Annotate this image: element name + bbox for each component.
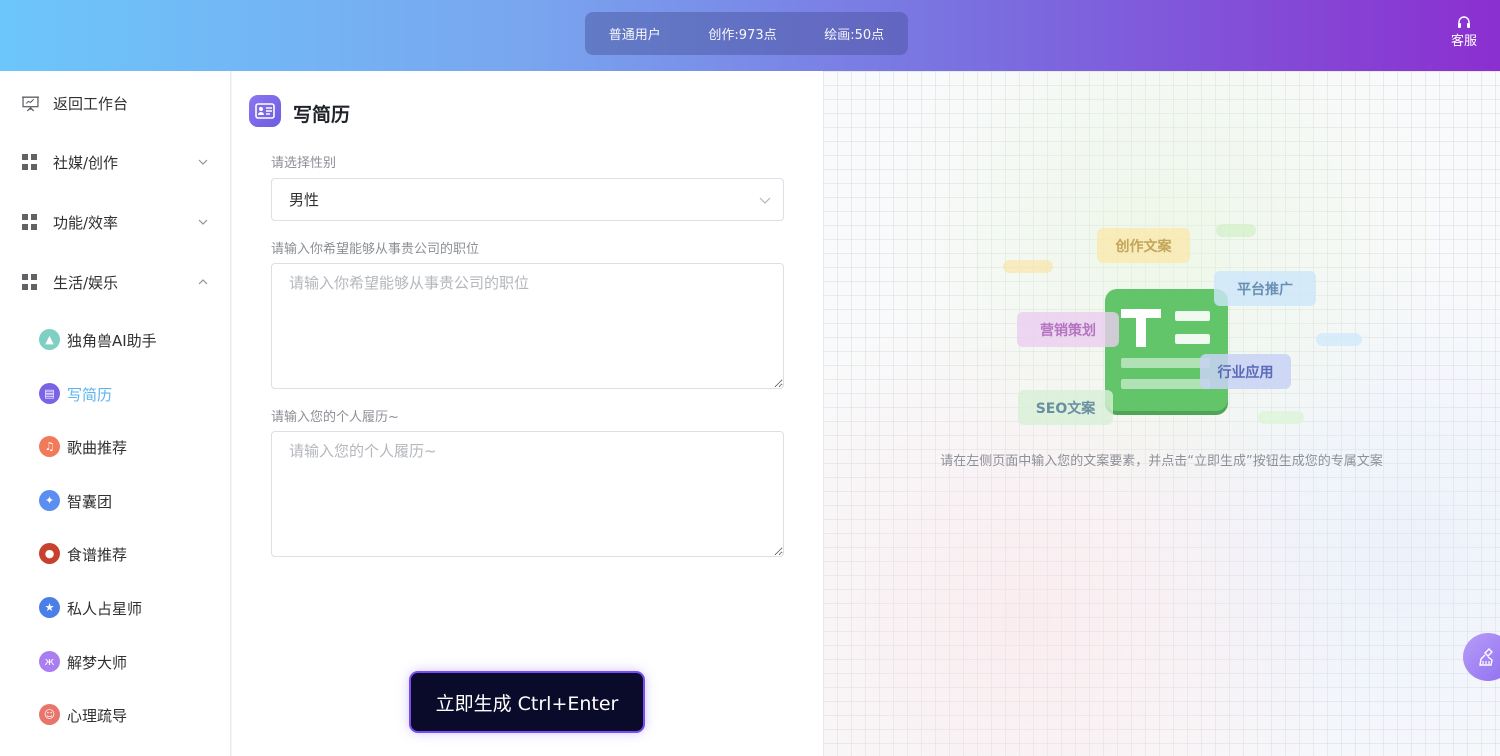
position-label: 请输入你希望能够从事贵公司的职位 — [271, 242, 480, 257]
tag-platform-promotion: 平台推广 — [1214, 271, 1316, 306]
tag-seo-copy: SEO文案 — [1018, 390, 1113, 425]
gender-label: 请选择性别 — [271, 156, 337, 171]
gender-value: 男性 — [289, 191, 320, 209]
sidebar-item-label: 解梦大师 — [67, 653, 128, 672]
creation-points: 创作:973点 — [708, 28, 777, 43]
brush-icon — [1479, 648, 1493, 666]
resume-label: 请输入您的个人履历~ — [271, 410, 399, 425]
group-social-media[interactable]: 社媒/创作 — [0, 142, 231, 182]
group-label: 生活/娱乐 — [53, 273, 119, 292]
back-label: 返回工作台 — [53, 94, 129, 113]
grid-icon — [22, 214, 38, 230]
decor-pill — [1316, 333, 1362, 346]
sidebar-item-label: 食谱推荐 — [67, 545, 128, 564]
resume-icon — [249, 95, 281, 127]
sidebar-item-label: 智囊团 — [67, 492, 113, 511]
chevron-down-icon — [759, 197, 771, 204]
people-icon: ☺ — [39, 704, 60, 725]
sidebar-item-astrologer[interactable]: ★ 私人占星师 — [0, 590, 231, 626]
resume-input[interactable] — [271, 431, 784, 557]
grid-icon — [22, 274, 38, 290]
drawing-points: 绘画:50点 — [824, 28, 885, 43]
page-title: 写简历 — [293, 104, 351, 126]
presentation-board-icon — [22, 96, 39, 112]
sidebar-item-counseling[interactable]: ☺ 心理疏导 — [0, 697, 231, 733]
output-canvas: 创作文案 平台推广 营销策划 行业应用 SEO文案 请在左侧页面中输入您的文案要… — [823, 71, 1500, 756]
chevron-down-icon — [198, 159, 208, 165]
top-header: 普通用户 创作:973点 绘画:50点 客服 — [0, 0, 1500, 71]
grid-icon — [22, 154, 38, 170]
chevron-down-icon — [198, 219, 208, 225]
tag-creative-copy: 创作文案 — [1097, 228, 1190, 263]
decor-pill — [1216, 224, 1256, 237]
user-level: 普通用户 — [608, 28, 661, 43]
resume-icon: ▤ — [39, 383, 60, 404]
sidebar-item-label: 私人占星师 — [67, 599, 143, 618]
generate-button[interactable]: 立即生成 Ctrl+Enter — [411, 673, 643, 731]
group-efficiency[interactable]: 功能/效率 — [0, 202, 231, 242]
star-icon: ★ — [39, 597, 60, 618]
user-stats-bar: 普通用户 创作:973点 绘画:50点 — [585, 12, 908, 55]
headset-icon — [1458, 16, 1470, 28]
sidebar-item-dream-interpreter[interactable]: ж 解梦大师 — [0, 644, 231, 680]
position-input[interactable] — [271, 263, 784, 389]
group-label: 功能/效率 — [53, 213, 119, 232]
back-to-workbench[interactable]: 返回工作台 — [0, 83, 231, 123]
empty-state-hint: 请在左侧页面中输入您的文案要素，并点击“立即生成”按钮生成您的专属文案 — [940, 454, 1383, 469]
sidebar-item-label: 心理疏导 — [67, 706, 128, 725]
sidebar-item-label: 歌曲推荐 — [67, 438, 128, 457]
tag-industry-application: 行业应用 — [1200, 354, 1291, 389]
document-illustration — [1105, 289, 1228, 411]
sidebar-item-song-recommend[interactable]: ♫ 歌曲推荐 — [0, 429, 231, 465]
tag-marketing-plan: 营销策划 — [1017, 312, 1119, 347]
decor-pill — [1258, 411, 1304, 424]
form-panel: 写简历 请选择性别 男性 请输入你希望能够从事贵公司的职位 请输入您的个人履历~… — [232, 71, 823, 756]
chef-hat-icon: ● — [39, 543, 60, 564]
music-note-icon: ♫ — [39, 436, 60, 457]
sidebar-item-unicorn-ai[interactable]: ▲ 独角兽AI助手 — [0, 322, 231, 358]
group-label: 社媒/创作 — [53, 153, 119, 172]
sidebar: 返回工作台 社媒/创作 功能/效率 生活/娱乐 ▲ 独角兽AI助手 ▤ 写简历 … — [0, 71, 231, 756]
sidebar-item-label: 独角兽AI助手 — [67, 331, 157, 350]
gender-select[interactable]: 男性 — [271, 178, 784, 221]
service-label: 客服 — [1450, 34, 1477, 49]
customer-service-button[interactable]: 客服 — [1450, 16, 1478, 49]
sidebar-item-label: 写简历 — [67, 385, 113, 404]
sidebar-item-resume[interactable]: ▤ 写简历 — [0, 376, 231, 412]
butterfly-icon: ж — [39, 651, 60, 672]
graduation-cap-icon: ▲ — [39, 329, 60, 350]
sidebar-item-recipe[interactable]: ● 食谱推荐 — [0, 536, 231, 572]
decor-pill — [1003, 260, 1053, 273]
sidebar-item-think-tank[interactable]: ✦ 智囊团 — [0, 483, 231, 519]
lightbulb-icon: ✦ — [39, 490, 60, 511]
group-lifestyle[interactable]: 生活/娱乐 — [0, 262, 231, 302]
chevron-up-icon — [198, 279, 208, 285]
